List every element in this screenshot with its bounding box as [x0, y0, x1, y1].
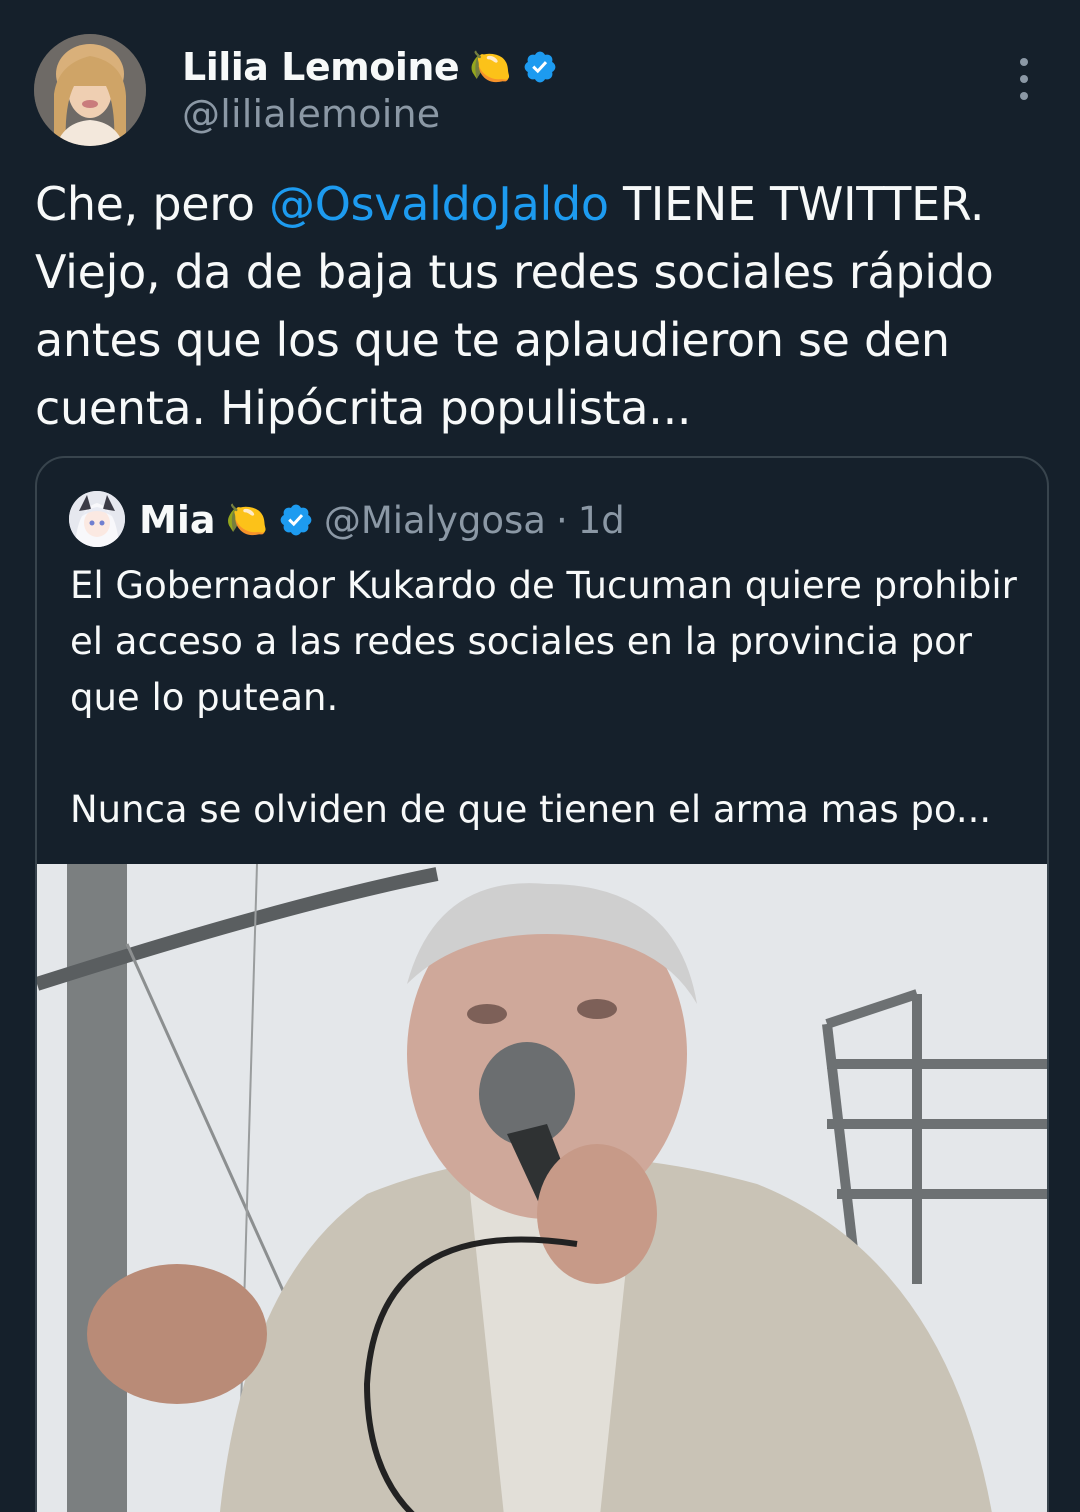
author-avatar[interactable]: [34, 34, 146, 146]
lemon-emoji: 🍋: [469, 47, 512, 87]
verified-badge-icon: [280, 504, 312, 536]
quote-text: El Gobernador Kukardo de Tucuman quiere …: [70, 564, 1017, 831]
separator-dot: ·: [555, 498, 568, 542]
quoted-tweet[interactable]: Mia 🍋 @Mialygosa · 1d El Gobernador Kuka…: [35, 456, 1049, 1512]
tweet-text: Che, pero @OsvaldoJaldo TIENE TWITTER. V…: [35, 170, 1050, 442]
quote-author-name[interactable]: Mia: [139, 498, 215, 542]
verified-badge-icon: [524, 51, 555, 83]
more-dot: [1020, 92, 1028, 100]
more-dot: [1020, 75, 1028, 83]
quote-author-handle[interactable]: @Mialygosa: [324, 499, 546, 542]
quote-author-avatar[interactable]: [69, 491, 125, 547]
more-options-icon[interactable]: [1012, 58, 1036, 100]
quote-timestamp[interactable]: 1d: [578, 499, 625, 542]
tweet-text-start: Che, pero: [35, 177, 269, 231]
quote-media-image[interactable]: [37, 864, 1047, 1512]
mention-link[interactable]: @OsvaldoJaldo: [269, 177, 609, 231]
lemon-emoji: 🍋: [225, 500, 268, 540]
author-name-row[interactable]: Lilia Lemoine 🍋: [182, 42, 558, 92]
more-dot: [1020, 58, 1028, 66]
author-name[interactable]: Lilia Lemoine: [182, 45, 460, 89]
author-handle[interactable]: @lilialemoine: [182, 92, 440, 136]
quote-header: Mia 🍋 @Mialygosa · 1d: [139, 492, 625, 548]
tweet: Lilia Lemoine 🍋 @lilialemoine Che, pero …: [0, 0, 1080, 1512]
